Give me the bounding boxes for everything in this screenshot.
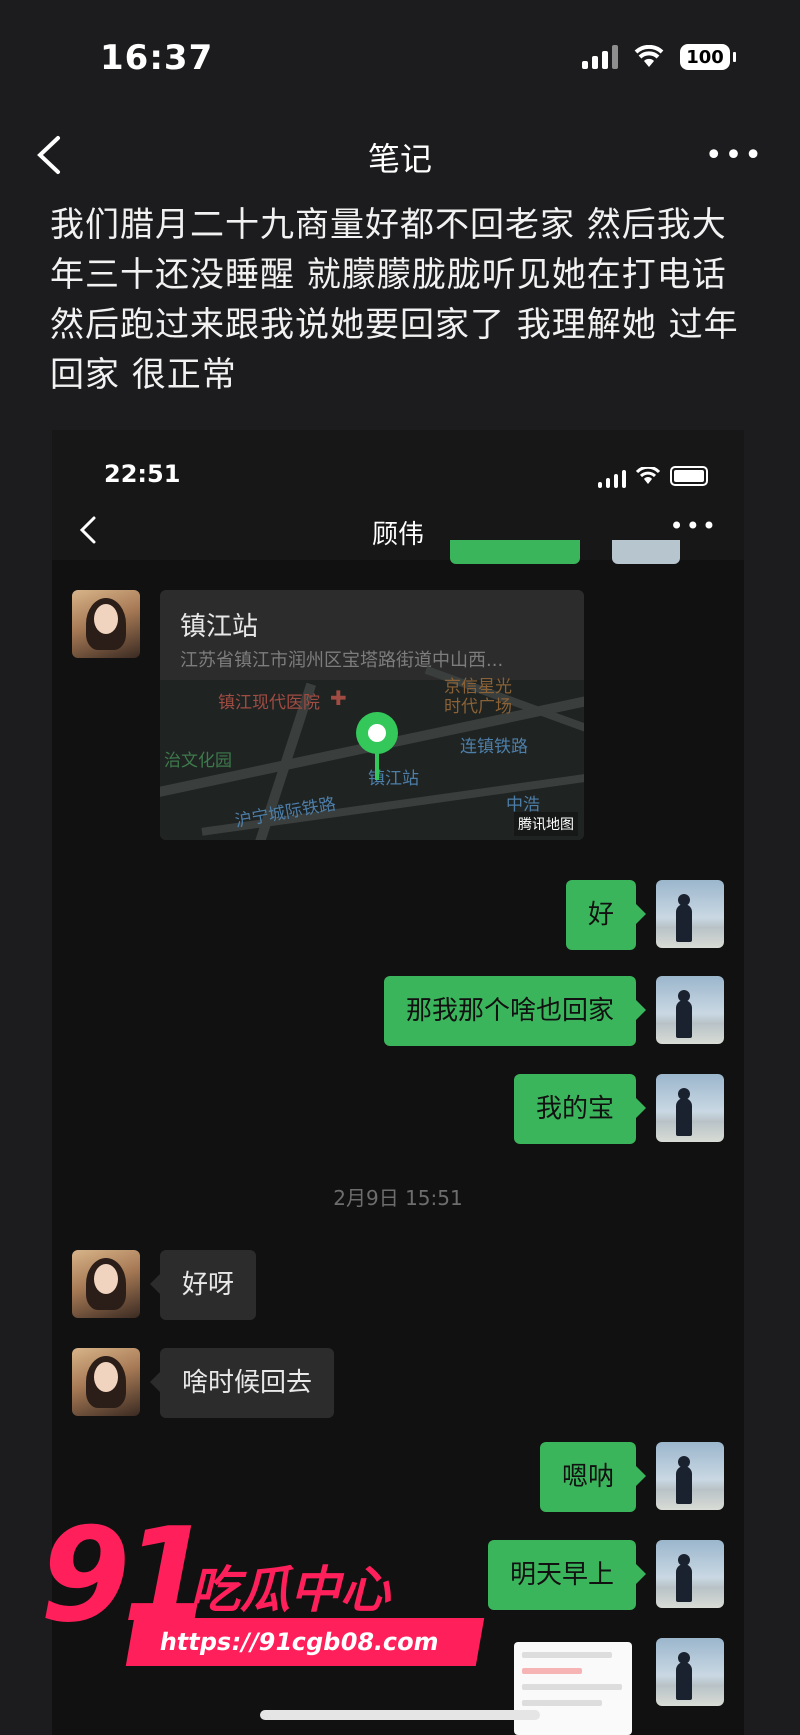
my-avatar (656, 1540, 724, 1608)
message-bubble-sent: 嗯呐 (539, 1442, 647, 1512)
page-title: 笔记 (367, 140, 432, 178)
wifi-icon (634, 45, 664, 67)
my-avatar (656, 1442, 724, 1510)
screenshot-status-time: 22:51 (104, 460, 181, 488)
contact-avatar (72, 1250, 140, 1318)
previous-message-stub (450, 540, 580, 564)
map-label-railway: 连镇铁路 (460, 737, 528, 757)
note-body-text: 我们腊月二十九商量好都不回老家 然后我大年三十还没睡醒 就朦朦胧胧听见她在打电话… (50, 205, 739, 395)
location-name: 镇江站 (180, 612, 259, 642)
my-avatar (656, 880, 724, 948)
message-bubble-received: 好呀 (149, 1250, 257, 1320)
message-bubble-sent: 那我那个啥也回家 (383, 976, 647, 1046)
screenshot-status-bar: 22:51 (52, 430, 744, 500)
my-avatar (656, 976, 724, 1044)
watermark-brand: 吃瓜中心 (190, 1561, 390, 1619)
screenshot-more-icon: ••• (669, 512, 718, 540)
message-bubble-received: 啥时候回去 (149, 1348, 335, 1418)
status-icons: 100 (582, 44, 736, 70)
map-pin-stem (375, 752, 379, 780)
map-pin-icon (356, 712, 398, 754)
watermark-logo: 91 吃瓜中心 https://91cgb08.com (40, 1510, 485, 1680)
status-bar: 16:37 100 (0, 0, 800, 110)
message-bubble-sent: 好 (565, 880, 647, 950)
my-avatar (656, 1638, 724, 1706)
message-bubble-sent: 明天早上 (487, 1540, 647, 1610)
screenshot-signal-icon (598, 464, 626, 488)
screenshot-battery-icon (670, 466, 708, 486)
nav-bar: 笔记 ••• (0, 120, 800, 190)
home-indicator[interactable] (260, 1710, 540, 1720)
battery-icon: 100 (680, 44, 736, 70)
watermark-url: https://91cgb08.com (125, 1618, 485, 1666)
previous-avatar-stub (612, 540, 680, 564)
map-label-hospital: 镇江现代医院 (218, 693, 320, 713)
image-message-thumbnail (514, 1642, 632, 1735)
my-avatar (656, 1074, 724, 1142)
map-label-park: 治文化园 (164, 751, 232, 771)
more-options-button[interactable]: ••• (705, 138, 764, 173)
map-label-plaza-line2: 时代广场 (444, 697, 512, 717)
map-provider-logo: 腾讯地图 (514, 812, 578, 836)
screenshot-status-icons (598, 464, 708, 488)
location-card: 镇江站 江苏省镇江市润州区宝塔路街道中山西... 镇江现代医院 ✚ 京信星光 时… (160, 590, 584, 840)
contact-avatar (72, 1348, 140, 1416)
location-map: 镇江现代医院 ✚ 京信星光 时代广场 连镇铁路 治文化园 沪宁城际铁路 镇江站 … (160, 666, 584, 840)
screenshot-wifi-icon (636, 467, 660, 484)
map-label-intercity: 沪宁城际铁路 (233, 794, 338, 832)
map-hospital-icon: ✚ (330, 686, 347, 710)
contact-avatar (72, 590, 140, 658)
message-bubble-sent: 我的宝 (513, 1074, 647, 1144)
location-address: 江苏省镇江市润州区宝塔路街道中山西... (180, 650, 504, 671)
cellular-signal-icon (582, 45, 618, 69)
chat-timestamp-divider: 2月9日 15:51 (333, 1186, 463, 1210)
status-time: 16:37 (100, 38, 214, 78)
